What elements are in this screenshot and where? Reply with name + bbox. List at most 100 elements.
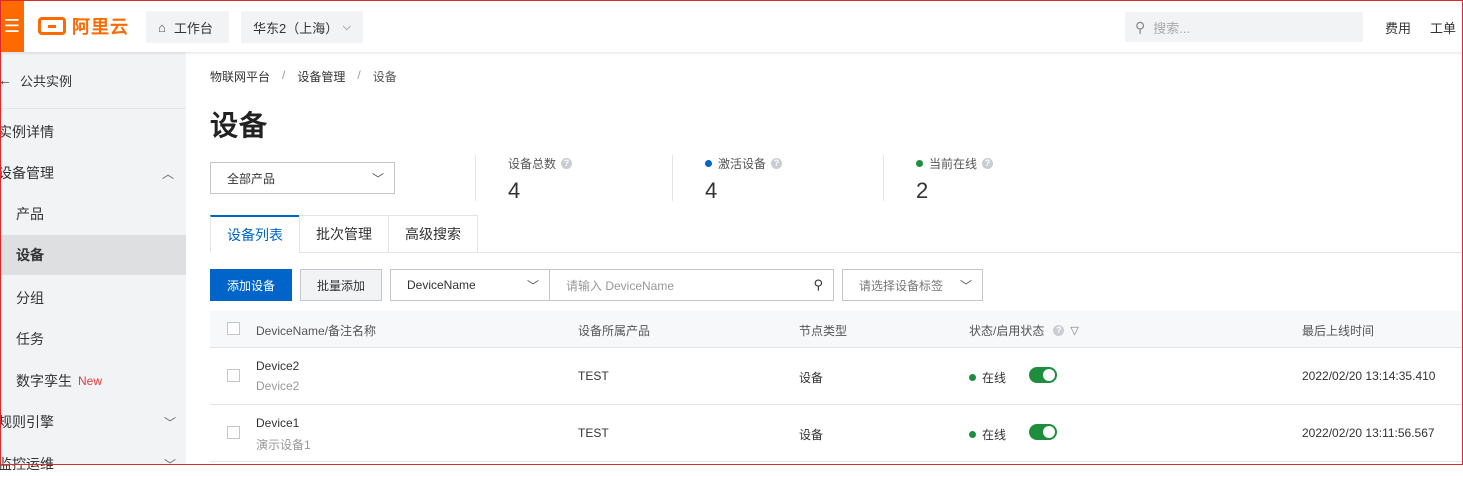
logo[interactable]: 阿里云 [38,15,129,37]
sidebar-item-label: 分组 [16,290,44,306]
breadcrumb: 物联网平台 / 设备管理 / 设备 [210,68,397,85]
help-icon[interactable]: ? [771,158,783,169]
row-checkbox[interactable] [227,369,240,382]
help-icon[interactable]: ? [1053,325,1065,336]
stat-online-devices: 当前在线? 2 [916,155,994,203]
device-product[interactable]: TEST [578,369,609,383]
column-header: 状态/启用状态 [969,324,1045,338]
column-header: DeviceName/备注名称 [256,324,377,338]
chevron-down-icon: ﹀ [371,171,384,186]
sidebar-item-instance-detail[interactable]: 实例详情 [0,112,184,152]
chevron-down-icon: ⌵ [342,20,351,33]
sidebar-item-label: 监控运维 [0,456,54,472]
stat-value: 4 [705,178,718,203]
device-note: 演示设备1 [256,438,311,452]
stat-label: 当前在线 [929,157,978,171]
ticket-link[interactable]: 工单 [1430,18,1456,37]
sidebar-item-digital-twin[interactable]: 数字孪生 New [0,361,186,401]
product-select[interactable]: 全部产品 ﹀ [210,162,395,194]
select-all-checkbox[interactable] [227,322,240,335]
stat-value: 4 [508,178,521,203]
sidebar-item-label: 任务 [16,331,44,347]
search-icon[interactable]: ⚲ [813,277,823,293]
node-type: 设备 [799,371,824,385]
status-dot-icon [916,160,923,167]
sidebar-item-device[interactable]: 设备 [0,235,186,275]
status-dot-icon [969,431,976,438]
breadcrumb-item[interactable]: 设备管理 [297,68,345,85]
sidebar-item-label: 数字孪生 [16,373,72,389]
column-header: 设备所属产品 [578,324,651,338]
sidebar-item-device-management[interactable]: 设备管理 ︿ [0,153,184,193]
sidebar: ← 公共实例 实例详情 设备管理 ︿ 产品 设备 分组 任务 数字孪生 New … [0,52,186,472]
sidebar-item-label: 设备管理 [0,165,54,181]
back-label: 公共实例 [20,73,73,89]
stat-activated-devices: 激活设备? 4 [705,155,783,203]
sidebar-item-label: 设备 [16,247,44,263]
column-header-status: 状态/启用状态 ? ▽ [969,322,1079,339]
device-status: 在线 [969,426,1006,443]
search-icon: ⚲ [1135,18,1146,35]
stat-label: 激活设备 [718,157,767,171]
breadcrumb-separator: / [357,68,361,82]
fees-link[interactable]: 费用 [1385,18,1411,37]
workbench-label: 工作台 [173,20,213,36]
workbench-button[interactable]: ⌂ 工作台 [146,11,229,43]
chevron-up-icon: ︿ [161,166,174,181]
breadcrumb-item[interactable]: 物联网平台 [210,68,270,85]
stat-total-devices: 设备总数? 4 [508,155,573,203]
breadcrumb-current: 设备 [372,70,397,84]
device-search-input[interactable]: 请输入 DeviceName ⚲ [549,269,834,301]
column-header: 最后上线时间 [1302,324,1375,338]
device-note: Device2 [256,379,300,393]
sidebar-item-label: 产品 [16,206,44,222]
device-name-link[interactable]: Device1 [256,416,311,430]
tab-device-list[interactable]: 设备列表 [210,215,300,253]
logo-text: 阿里云 [72,17,129,37]
tab-batch-management[interactable]: 批次管理 [299,215,389,253]
node-type: 设备 [799,428,824,442]
status-text: 在线 [982,371,1007,385]
enable-toggle[interactable] [1029,424,1057,440]
region-label: 华东2（上海） [253,20,339,36]
global-search-input[interactable]: ⚲ 搜索... [1125,12,1363,42]
enable-toggle[interactable] [1029,367,1057,383]
search-placeholder: 请输入 DeviceName [566,278,675,293]
new-badge: New [78,374,103,388]
sidebar-item-product[interactable]: 产品 [0,194,186,234]
sidebar-item-task[interactable]: 任务 [0,319,186,359]
chevron-down-icon: ﹀ [163,415,176,430]
region-select[interactable]: 华东2（上海） ⌵ [241,11,363,43]
table-header: DeviceName/备注名称 设备所属产品 节点类型 状态/启用状态 ? ▽ … [210,311,1463,348]
sidebar-item-rule-engine[interactable]: 规则引擎 ﹀ [0,402,184,442]
batch-add-button[interactable]: 批量添加 [300,269,382,301]
top-bar: ☰ 阿里云 ⌂ 工作台 华东2（上海） ⌵ ⚲ 搜索... 费用 工单 [0,0,1463,52]
device-name-link[interactable]: Device2 [256,359,299,373]
tag-select-placeholder: 请选择设备标签 [859,278,944,293]
help-icon[interactable]: ? [982,158,994,169]
stat-label: 设备总数 [508,157,557,171]
tab-advanced-search[interactable]: 高级搜索 [388,215,478,253]
search-field-value: DeviceName [407,278,476,292]
sidebar-item-monitoring[interactable]: 监控运维 ﹀ [0,444,184,484]
column-header: 节点类型 [799,324,848,338]
divider [475,155,476,201]
device-product[interactable]: TEST [578,426,609,440]
status-dot-icon [969,374,976,381]
search-field-select[interactable]: DeviceName ﹀ [390,269,550,301]
stat-value: 2 [916,178,929,203]
device-tag-select[interactable]: 请选择设备标签 ﹀ [842,269,983,301]
sidebar-item-group[interactable]: 分组 [0,278,186,318]
filter-icon[interactable]: ▽ [1070,324,1078,337]
chevron-down-icon: ﹀ [959,278,972,293]
back-to-instances[interactable]: ← 公共实例 [0,52,186,109]
menu-icon[interactable]: ☰ [0,0,24,52]
help-icon[interactable]: ? [561,158,573,169]
add-device-button[interactable]: 添加设备 [210,269,292,301]
breadcrumb-separator: / [282,68,286,82]
row-checkbox[interactable] [227,426,240,439]
device-status: 在线 [969,369,1006,386]
chevron-down-icon: ﹀ [526,278,539,293]
home-icon: ⌂ [158,19,166,35]
sidebar-item-label: 实例详情 [0,124,54,140]
